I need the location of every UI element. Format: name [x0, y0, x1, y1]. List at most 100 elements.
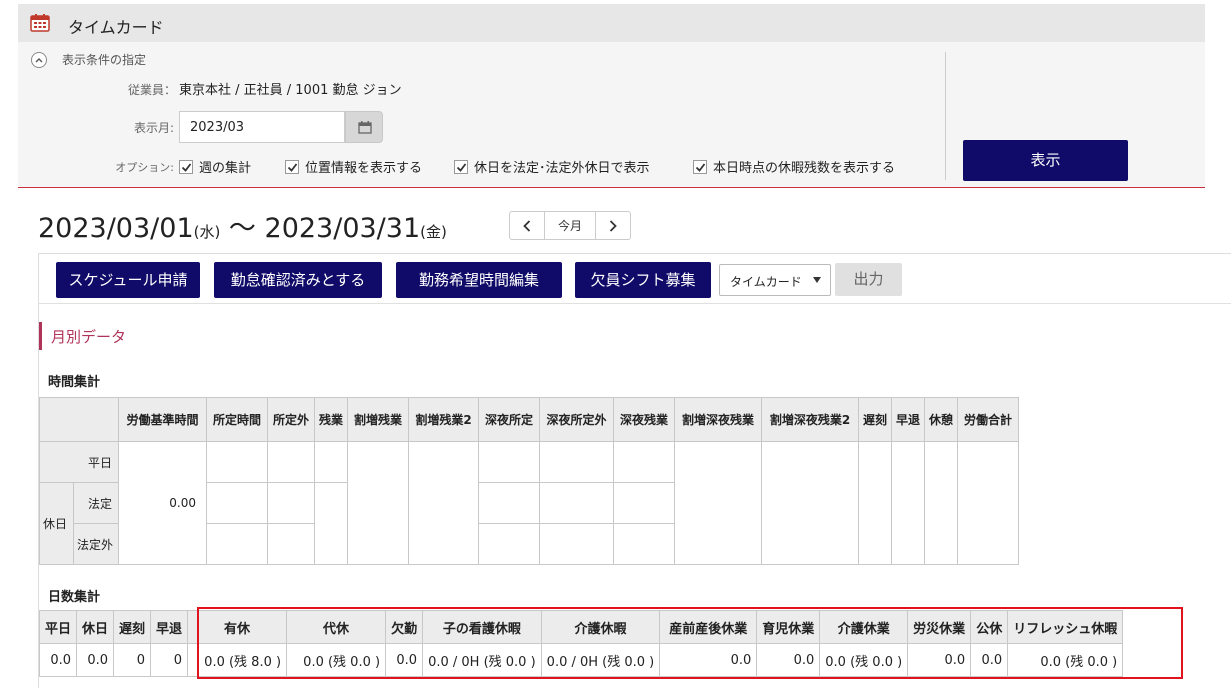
- table-cell: [957, 441, 1019, 565]
- table-cell: [206, 523, 268, 565]
- table-cell: [613, 482, 675, 524]
- time-summary-table: 労働基準時間 所定時間 所定外 残業 割増残業 割増残業2 深夜所定 深夜所定外…: [39, 397, 1019, 565]
- caret-down-icon: [813, 277, 821, 283]
- range-end-dow: (金): [420, 223, 447, 241]
- table-cell: 0.0 (残 0.0 ): [286, 643, 387, 677]
- next-month-button[interactable]: [596, 212, 630, 239]
- table-cell: 0.0: [659, 643, 758, 677]
- column-header: 介護休業: [819, 610, 909, 644]
- table-cell: [539, 441, 614, 483]
- table-cell: 0.0: [970, 643, 1009, 677]
- option-show-location[interactable]: 位置情報を表示する: [285, 157, 422, 176]
- divider: [945, 52, 946, 180]
- table-header-blank: [39, 397, 74, 442]
- table-cell: [267, 523, 315, 565]
- option-label: 週の集計: [199, 161, 252, 176]
- table-cell: 0: [150, 643, 189, 677]
- checkbox-checked-icon[interactable]: [179, 159, 193, 174]
- column-header: 労働基準時間: [118, 397, 207, 442]
- option-holiday-type[interactable]: 休日を法定･法定外休日で表示: [454, 157, 650, 176]
- select-value: タイムカード: [730, 275, 802, 289]
- column-header: 欠勤: [385, 610, 424, 644]
- edit-wish-hours-button[interactable]: 勤務希望時間編集: [396, 262, 562, 298]
- table-cell: [613, 441, 675, 483]
- prev-month-button[interactable]: [510, 212, 544, 239]
- calendar-icon: [358, 121, 372, 134]
- column-header: 休憩: [924, 397, 958, 442]
- table-cell: [267, 482, 315, 524]
- column-header: 深夜所定外: [539, 397, 614, 442]
- option-label: 本日時点の休暇残数を表示する: [713, 161, 896, 176]
- table-cell: [314, 482, 348, 565]
- table-cell: [891, 441, 925, 565]
- table-cell: [347, 441, 409, 565]
- table-cell: [858, 441, 892, 565]
- filter-panel: 表示条件の指定 従業員： 東京本社 / 正社員 / 1001 勤怠 ジョン 表示…: [18, 42, 1205, 188]
- range-end: 2023/03/31: [264, 213, 421, 244]
- option-weekly-summary[interactable]: 週の集計: [179, 157, 251, 176]
- chevron-up-icon[interactable]: [31, 52, 47, 68]
- option-leave-balance[interactable]: 本日時点の休暇残数を表示する: [693, 157, 895, 176]
- show-button[interactable]: 表示: [963, 140, 1128, 181]
- chevron-left-icon: [523, 219, 531, 232]
- table-cell: [924, 441, 958, 565]
- column-header: 遅刻: [858, 397, 892, 442]
- table-cell: [539, 523, 614, 565]
- column-header: 育児休業: [756, 610, 821, 644]
- date-range: 2023/03/01(水) 〜 2023/03/31(金): [38, 206, 447, 245]
- title-bar: タイムカード: [18, 4, 1205, 42]
- option-label: 位置情報を表示する: [305, 161, 423, 176]
- column-header: 早退: [891, 397, 925, 442]
- calendar-icon: [30, 14, 50, 32]
- table-cell: [478, 482, 540, 524]
- table-cell: [478, 523, 540, 565]
- calendar-picker-button[interactable]: [345, 111, 383, 143]
- day-summary-heading: 日数集計: [48, 590, 101, 605]
- day-summary-table: 平日 休日 遅刻 早退 有休 代休 欠勤 子の看護休暇 介護休暇 産前産後休業 …: [38, 610, 1124, 677]
- export-button[interactable]: 出力: [835, 263, 902, 296]
- employee-label: 従業員：: [127, 83, 176, 97]
- vacancy-shift-button[interactable]: 欠員シフト募集: [575, 262, 711, 298]
- column-header: リフレッシュ休暇: [1007, 610, 1124, 644]
- checkbox-checked-icon[interactable]: [693, 159, 707, 174]
- column-header: 産前産後休業: [659, 610, 758, 644]
- section-accent: [39, 322, 42, 350]
- table-cell: 0.0: [385, 643, 424, 677]
- table-cell: [761, 441, 859, 565]
- column-header: 早退: [150, 610, 189, 644]
- chevron-right-icon: [609, 219, 617, 232]
- table-cell: 0: [113, 643, 152, 677]
- schedule-request-button[interactable]: スケジュール申請: [56, 262, 200, 298]
- column-header: 所定時間: [206, 397, 268, 442]
- column-header: 所定外: [267, 397, 315, 442]
- row-header-holiday: 休日: [39, 482, 74, 565]
- column-header: 有休: [187, 610, 288, 644]
- month-input[interactable]: 2023/03: [179, 111, 345, 143]
- filter-section-title[interactable]: 表示条件の指定: [62, 51, 146, 68]
- divider: [39, 303, 1231, 304]
- output-format-select[interactable]: タイムカード: [719, 264, 831, 296]
- base-hours-value: 0.00: [118, 441, 207, 565]
- option-label: 休日を法定･法定外休日で表示: [474, 161, 650, 176]
- column-header: 割増深夜残業: [674, 397, 762, 442]
- table-cell: [478, 441, 540, 483]
- confirm-attendance-button[interactable]: 勤怠確認済みとする: [214, 262, 382, 298]
- column-header: 深夜所定: [478, 397, 540, 442]
- table-header-row: 労働基準時間 所定時間 所定外 残業 割増残業 割増残業2 深夜所定 深夜所定外…: [39, 397, 1019, 442]
- table-row: 0.0 0.0 0 0 0.0 (残 8.0 ) 0.0 (残 0.0 ) 0.…: [38, 643, 1124, 677]
- column-header: 公休: [970, 610, 1009, 644]
- table-cell: [408, 441, 479, 565]
- checkbox-checked-icon[interactable]: [285, 159, 299, 174]
- checkbox-checked-icon[interactable]: [454, 159, 468, 174]
- column-header: 介護休暇: [540, 610, 661, 644]
- page-title: タイムカード: [68, 18, 164, 37]
- column-header: 労災休業: [907, 610, 972, 644]
- time-summary-heading: 時間集計: [48, 375, 101, 390]
- current-month-button[interactable]: 今月: [544, 212, 596, 239]
- column-header: 遅刻: [113, 610, 152, 644]
- table-cell: 0.0: [756, 643, 821, 677]
- table-cell: 0.0 / 0H (残 0.0 ): [422, 643, 542, 677]
- table-cell: 0.0: [38, 643, 78, 677]
- table-cell: [539, 482, 614, 524]
- options-label: オプション:: [115, 161, 174, 174]
